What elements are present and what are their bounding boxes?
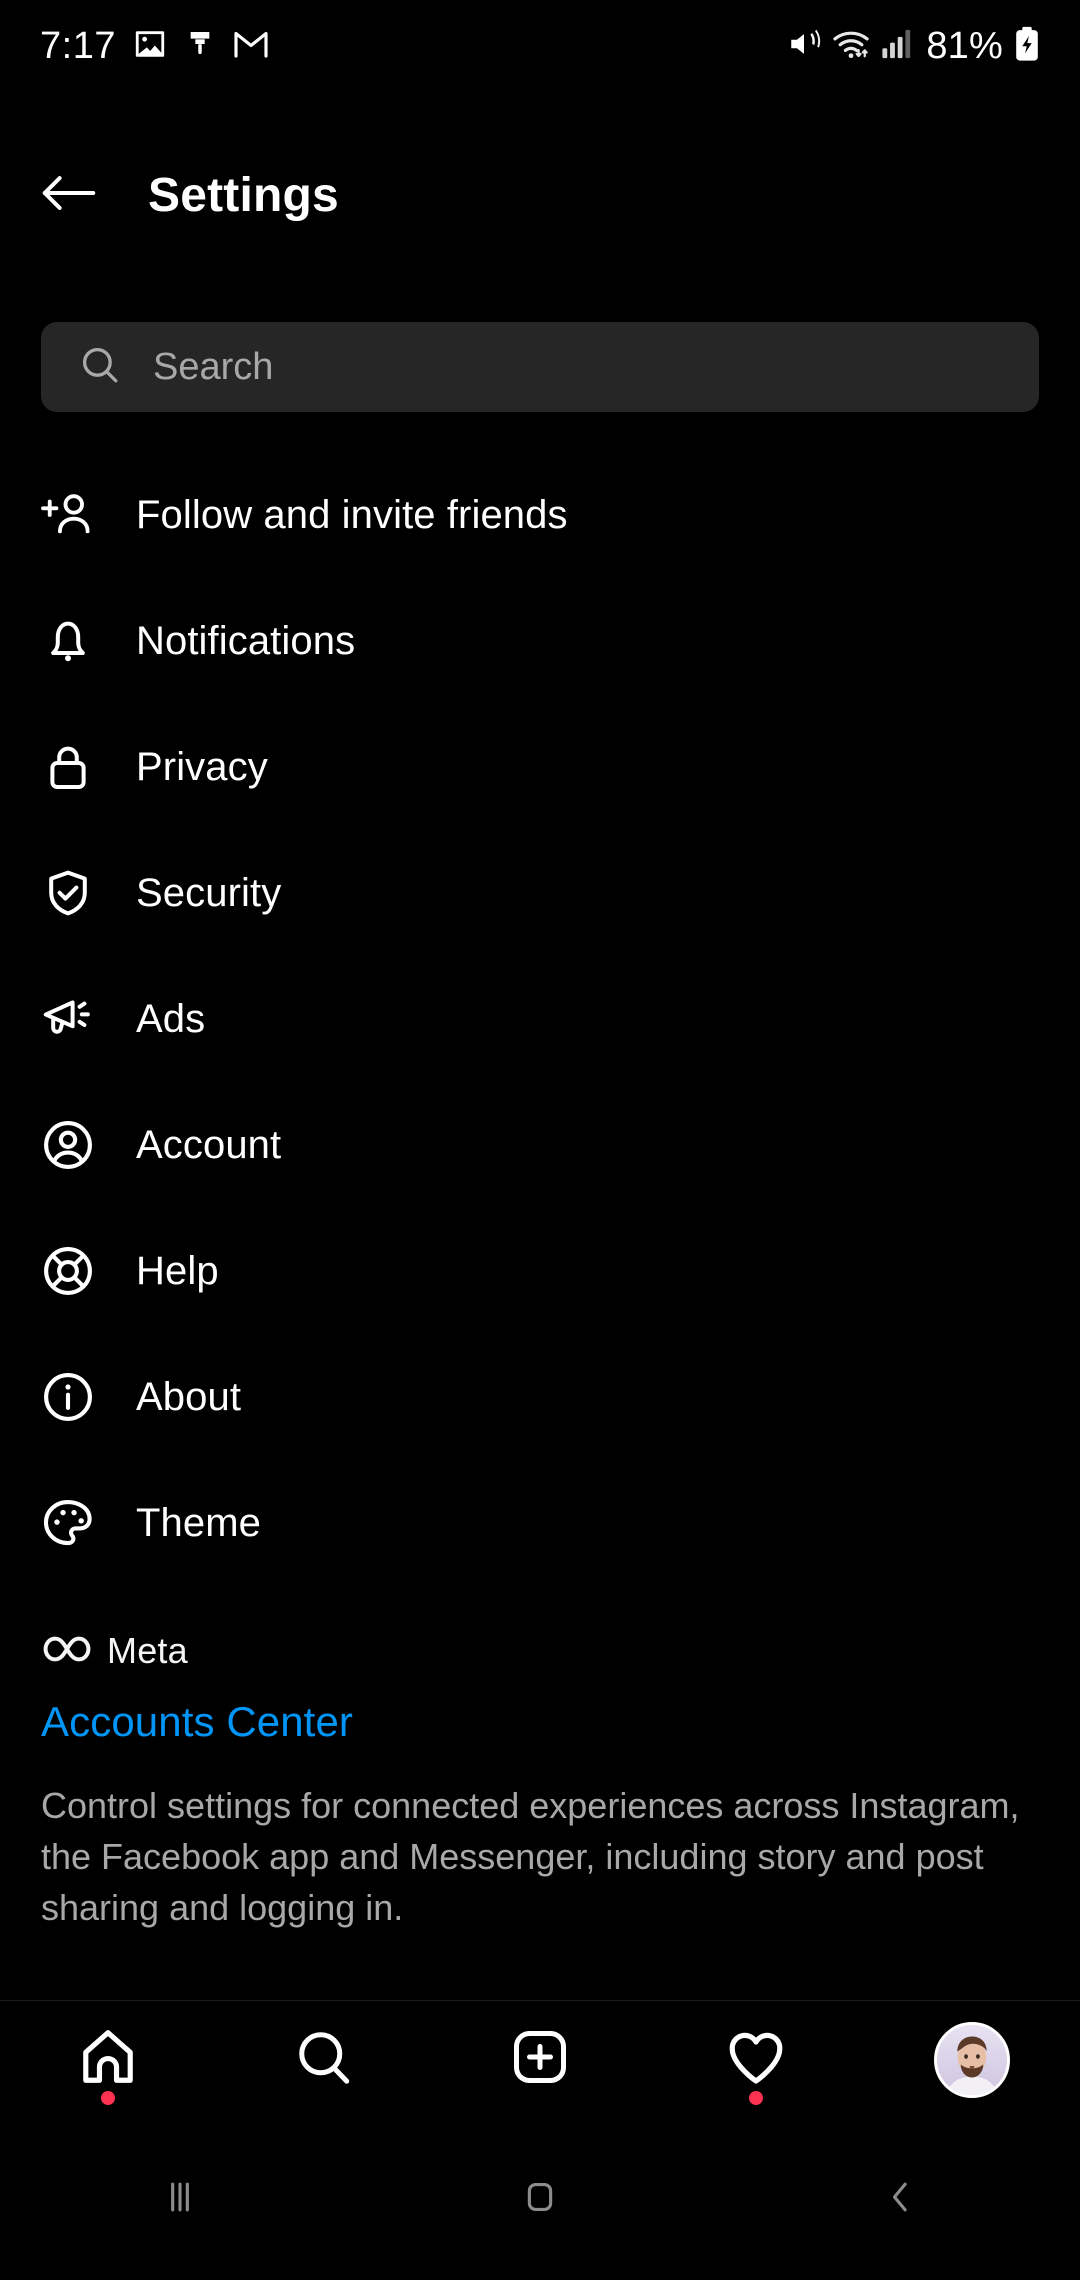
tab-home[interactable] xyxy=(0,2001,216,2119)
mute-icon xyxy=(787,27,821,66)
meta-infinity-icon xyxy=(41,1632,93,1671)
status-bar-right: 81% xyxy=(787,25,1040,68)
menu-item-label: Follow and invite friends xyxy=(136,492,568,537)
menu-item-label: Theme xyxy=(136,1500,261,1545)
tab-activity[interactable] xyxy=(648,2001,864,2119)
instagram-settings-screen: 7:17 81% Settings Search Follow and invi… xyxy=(0,0,1080,2280)
tab-search[interactable] xyxy=(216,2001,432,2119)
menu-item-theme[interactable]: Theme xyxy=(0,1460,1080,1586)
lock-icon xyxy=(40,739,96,795)
menu-item-security[interactable]: Security xyxy=(0,830,1080,956)
menu-item-account[interactable]: Account xyxy=(0,1082,1080,1208)
menu-item-privacy[interactable]: Privacy xyxy=(0,704,1080,830)
chevron-left-icon xyxy=(878,2175,922,2224)
arrow-left-icon xyxy=(41,170,97,221)
menu-item-ads[interactable]: Ads xyxy=(0,956,1080,1082)
status-bar: 7:17 81% xyxy=(0,0,1080,92)
avatar xyxy=(934,2021,1010,2098)
tab-profile[interactable] xyxy=(864,2001,1080,2119)
gallery-icon xyxy=(133,27,167,66)
app-header: Settings xyxy=(0,140,1080,250)
activity-badge-dot xyxy=(749,2090,763,2105)
android-navigation-bar xyxy=(0,2118,1080,2280)
megaphone-icon xyxy=(40,991,96,1047)
home-badge-dot xyxy=(101,2090,115,2105)
settings-menu-list: Follow and invite friends Notifications … xyxy=(0,452,1080,1586)
search-input[interactable]: Search xyxy=(41,322,1039,412)
meta-description: Control settings for connected experienc… xyxy=(41,1785,1020,1929)
person-circle-icon xyxy=(40,1117,96,1173)
search-placeholder: Search xyxy=(153,345,274,388)
menu-item-label: Security xyxy=(136,870,282,915)
heart-icon xyxy=(725,2026,787,2093)
menu-item-label: About xyxy=(136,1374,242,1419)
meta-brand-name: Meta xyxy=(107,1630,188,1671)
search-icon xyxy=(79,344,121,391)
page-title: Settings xyxy=(148,168,339,222)
menu-item-label: Ads xyxy=(136,996,206,1041)
plus-square-icon xyxy=(510,2027,570,2092)
home-square-icon xyxy=(518,2175,562,2224)
battery-charging-icon xyxy=(1014,26,1040,67)
bell-icon xyxy=(40,613,96,669)
gmail-icon xyxy=(233,29,269,64)
person-add-icon xyxy=(40,487,96,543)
menu-item-label: Privacy xyxy=(136,744,268,789)
home-icon xyxy=(77,2026,139,2093)
home-button[interactable] xyxy=(360,2118,720,2280)
status-bar-left: 7:17 xyxy=(40,25,269,68)
menu-item-follow-and-invite-friends[interactable]: Follow and invite friends xyxy=(0,452,1080,578)
back-button-system[interactable] xyxy=(720,2118,1080,2280)
accounts-center-link[interactable]: Accounts Center xyxy=(41,1698,1051,1746)
menu-item-label: Account xyxy=(136,1122,282,1167)
menu-item-about[interactable]: About xyxy=(0,1334,1080,1460)
search-icon xyxy=(294,2027,354,2092)
palette-icon xyxy=(40,1495,96,1551)
info-circle-icon xyxy=(40,1369,96,1425)
paint-brush-icon xyxy=(184,27,216,66)
menu-item-label: Notifications xyxy=(136,618,356,663)
shield-check-icon xyxy=(40,865,96,921)
life-ring-icon xyxy=(40,1243,96,1299)
menu-item-label: Help xyxy=(136,1248,219,1293)
bottom-tab-bar xyxy=(0,2000,1080,2118)
cellular-signal-icon xyxy=(881,28,915,65)
battery-percentage: 81% xyxy=(926,24,1003,67)
menu-item-help[interactable]: Help xyxy=(0,1208,1080,1334)
wifi-icon xyxy=(832,28,870,65)
back-button[interactable] xyxy=(14,140,124,250)
meta-brand: Meta xyxy=(41,1630,1051,1672)
recents-button[interactable] xyxy=(0,2118,360,2280)
recents-icon xyxy=(158,2175,202,2224)
meta-section: Meta Accounts Center Control settings fo… xyxy=(41,1630,1051,1933)
status-bar-clock: 7:17 xyxy=(40,24,116,67)
tab-create[interactable] xyxy=(432,2001,648,2119)
menu-item-notifications[interactable]: Notifications xyxy=(0,578,1080,704)
